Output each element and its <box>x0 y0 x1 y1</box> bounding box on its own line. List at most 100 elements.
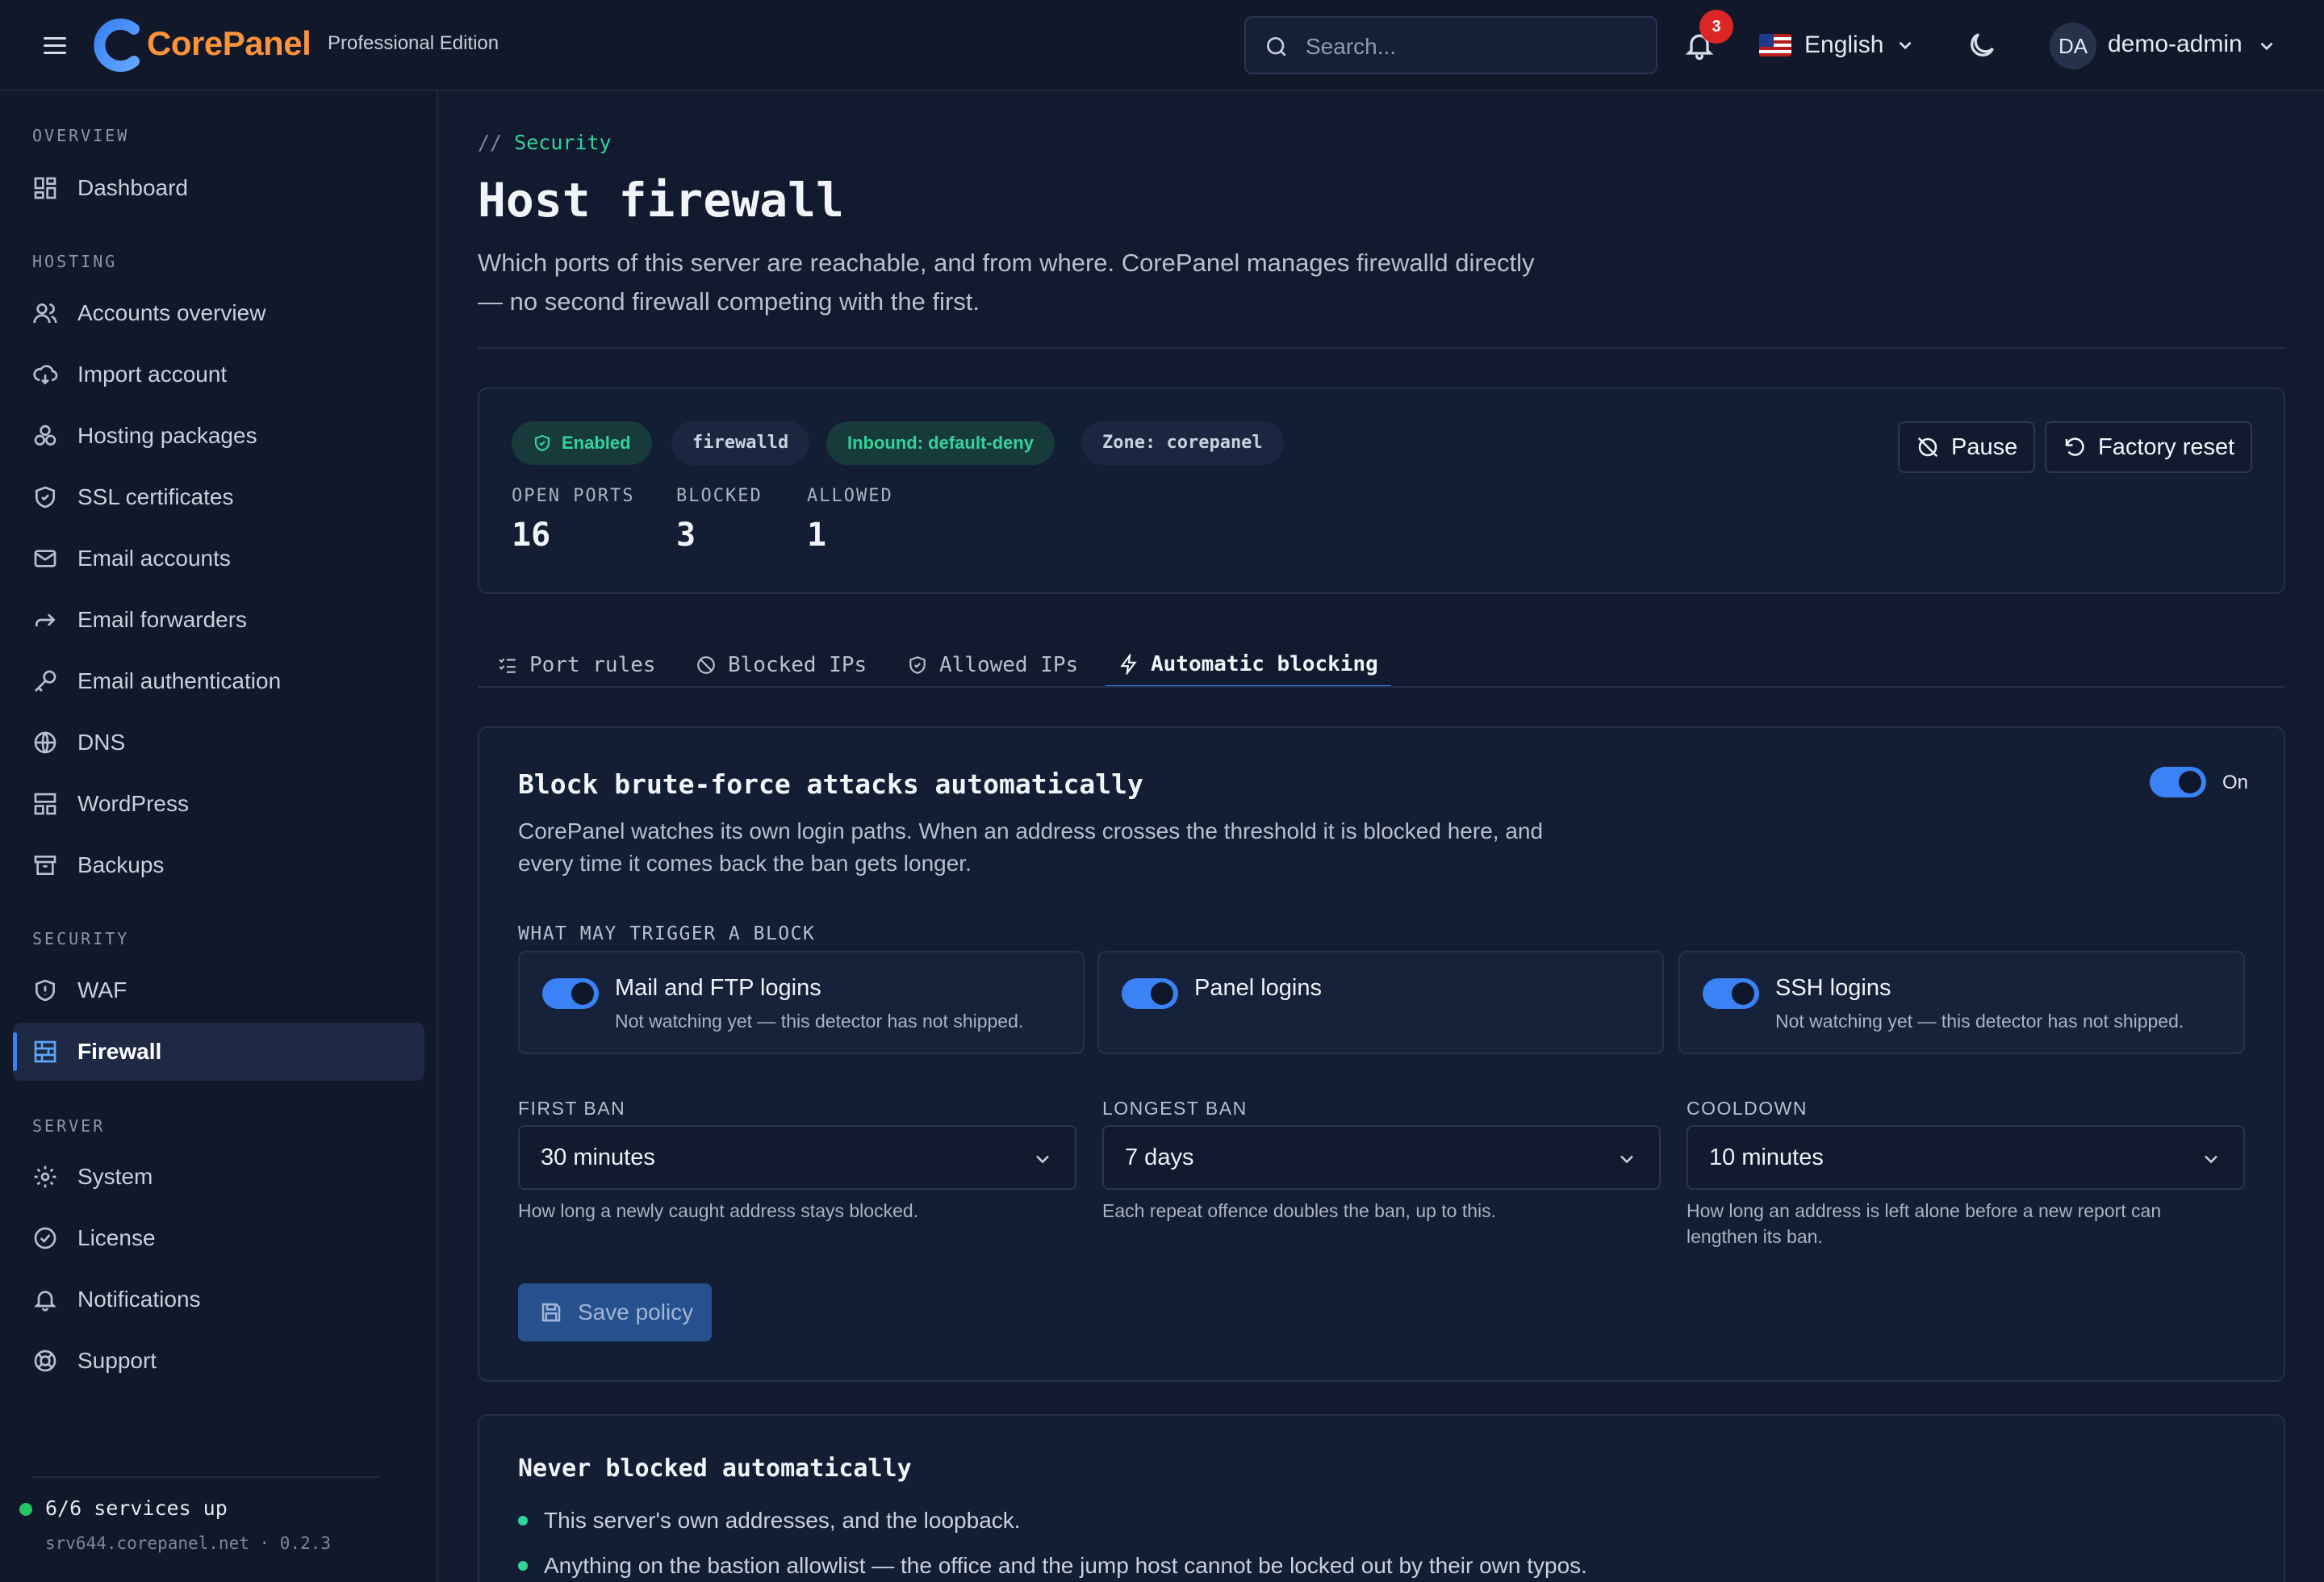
sidebar-section-security: SECURITY <box>32 929 130 948</box>
sidebar-section-hosting: HOSTING <box>32 252 118 271</box>
never-blocked-item: This server's own addresses, and the loo… <box>544 1508 1021 1533</box>
notification-badge: 3 <box>1699 10 1733 44</box>
search-input[interactable]: Search... <box>1244 16 1657 74</box>
firewall-icon <box>34 1040 56 1063</box>
tab-allowed-ips[interactable]: Allowed IPs <box>894 642 1091 688</box>
sidebar-item-email-forwarders[interactable]: Email forwarders <box>13 591 424 649</box>
save-policy-label: Save policy <box>578 1300 694 1325</box>
sidebar-item-label: Backups <box>77 852 165 877</box>
save-policy-button[interactable]: Save policy <box>518 1283 712 1341</box>
chevron-down-icon <box>1620 1155 1633 1164</box>
trigger-title: Mail and FTP logins <box>615 975 821 1001</box>
moon-icon[interactable] <box>1966 29 1998 61</box>
search-icon <box>1267 37 1286 56</box>
sidebar-item-notifications[interactable]: Notifications <box>13 1270 424 1329</box>
sidebar-item-label: Import account <box>77 362 228 387</box>
sidebar-item-label: Hosting packages <box>77 423 257 448</box>
trigger-subtitle: Not watching yet — this detector has not… <box>1775 1011 2184 1032</box>
chevron-down-icon <box>2205 1155 2217 1164</box>
shield-check-icon <box>534 434 550 452</box>
stat-label-blocked: BLOCKED <box>676 486 763 506</box>
shield-icon <box>36 486 55 508</box>
shield-alert-icon <box>36 979 55 1002</box>
archive-icon <box>34 856 56 875</box>
sidebar-item-dashboard[interactable]: Dashboard <box>13 159 424 217</box>
factory-reset-label: Factory reset <box>2098 433 2235 460</box>
tab-label: Allowed IPs <box>939 653 1079 677</box>
tab-automatic-blocking[interactable]: Automatic blocking <box>1106 642 1391 688</box>
bell-icon <box>34 1291 56 1312</box>
breadcrumb: // Security <box>478 131 612 154</box>
page-description: Which ports of this server are reachable… <box>478 249 1535 316</box>
users-icon <box>33 303 57 324</box>
auto-block-toggle[interactable] <box>2150 767 2206 797</box>
brand-name[interactable]: CorePanel <box>147 24 311 63</box>
sidebar-item-email-accounts[interactable]: Email accounts <box>13 529 424 588</box>
edition-label: Professional Edition <box>328 32 499 54</box>
trigger-ssh-toggle[interactable] <box>1703 978 1759 1009</box>
chevron-down-icon[interactable] <box>2256 36 2277 56</box>
tabs-divider <box>478 686 2285 688</box>
life-buoy-icon <box>34 1350 56 1372</box>
server-hostname: srv644.corepanel.net · 0.2.3 <box>45 1534 332 1553</box>
trigger-mail-ftp-toggle[interactable] <box>542 978 599 1009</box>
cloud-download-icon <box>33 365 58 385</box>
tab-port-rules[interactable]: Port rules <box>484 642 669 688</box>
sidebar-item-label: WordPress <box>77 791 189 816</box>
rotate-ccw-icon <box>2065 437 2084 456</box>
sidebar-item-system[interactable]: System <box>13 1148 424 1206</box>
gear-icon <box>34 1166 56 1188</box>
language-selector[interactable]: English <box>1759 27 1916 63</box>
trigger-panel: Panel logins <box>1097 951 1664 1054</box>
sidebar-item-waf[interactable]: WAF <box>13 961 424 1019</box>
sidebar-item-hosting-packages[interactable]: Hosting packages <box>13 407 424 465</box>
cooldown-select[interactable]: 10 minutes <box>1687 1125 2245 1190</box>
sidebar-item-support[interactable]: Support <box>13 1332 424 1390</box>
sidebar-item-ssl-certificates[interactable]: SSL certificates <box>13 468 424 526</box>
sidebar-item-dns[interactable]: DNS <box>13 714 424 772</box>
cooldown-value: 10 minutes <box>1709 1145 1824 1170</box>
pause-button[interactable]: Pause <box>1898 421 2036 473</box>
sidebar-item-email-authentication[interactable]: Email authentication <box>13 652 424 710</box>
tab-label: Port rules <box>529 653 656 677</box>
save-icon <box>541 1303 561 1322</box>
sidebar-item-label: Notifications <box>77 1287 201 1312</box>
never-blocked-title: Never blocked automatically <box>518 1454 912 1483</box>
pause-off-icon <box>1917 437 1938 458</box>
menu-icon[interactable] <box>44 34 66 56</box>
sidebar-item-label: Email accounts <box>77 546 231 571</box>
first-ban-label: FIRST BAN <box>518 1098 626 1119</box>
sidebar-item-accounts-overview[interactable]: Accounts overview <box>13 284 424 342</box>
user-menu[interactable]: demo-admin <box>2108 31 2242 58</box>
first-ban-select[interactable]: 30 minutes <box>518 1125 1076 1190</box>
trigger-panel-toggle[interactable] <box>1122 978 1178 1009</box>
page-title: Host firewall <box>478 173 844 228</box>
sidebar-item-label: License <box>77 1225 156 1250</box>
trigger-title: Panel logins <box>1194 975 1322 1001</box>
ban-icon <box>697 656 715 674</box>
stat-label-allowed: ALLOWED <box>807 486 893 506</box>
stat-value-open-ports: 16 <box>512 517 551 554</box>
zap-icon <box>1120 653 1137 675</box>
sidebar-item-wordpress[interactable]: WordPress <box>13 775 424 833</box>
sidebar-item-import-account[interactable]: Import account <box>13 345 424 404</box>
sidebar-item-label: DNS <box>77 730 126 755</box>
tab-blocked-ips[interactable]: Blocked IPs <box>683 642 880 688</box>
first-ban-value: 30 minutes <box>541 1145 655 1170</box>
factory-reset-button[interactable]: Factory reset <box>2045 421 2253 473</box>
stat-value-blocked: 3 <box>676 517 696 554</box>
badge-check-icon <box>34 1227 56 1249</box>
tab-label: Blocked IPs <box>728 653 867 677</box>
avatar[interactable]: DA <box>2050 23 2096 69</box>
sidebar-item-backups[interactable]: Backups <box>13 836 424 894</box>
list-checks-icon <box>499 658 516 673</box>
first-ban-hint: How long a newly caught address stays bl… <box>518 1200 919 1221</box>
stat-value-allowed: 1 <box>807 517 827 554</box>
never-blocked-item: Anything on the bastion allowlist — the … <box>544 1553 1587 1578</box>
sidebar-item-label: Accounts overview <box>77 300 266 325</box>
sidebar-item-license[interactable]: License <box>13 1209 424 1267</box>
auto-block-title: Block brute-force attacks automatically <box>518 768 1143 800</box>
sidebar-item-firewall[interactable]: Firewall <box>13 1023 424 1081</box>
longest-ban-select[interactable]: 7 days <box>1102 1125 1661 1190</box>
breadcrumb-security[interactable]: Security <box>514 131 611 154</box>
